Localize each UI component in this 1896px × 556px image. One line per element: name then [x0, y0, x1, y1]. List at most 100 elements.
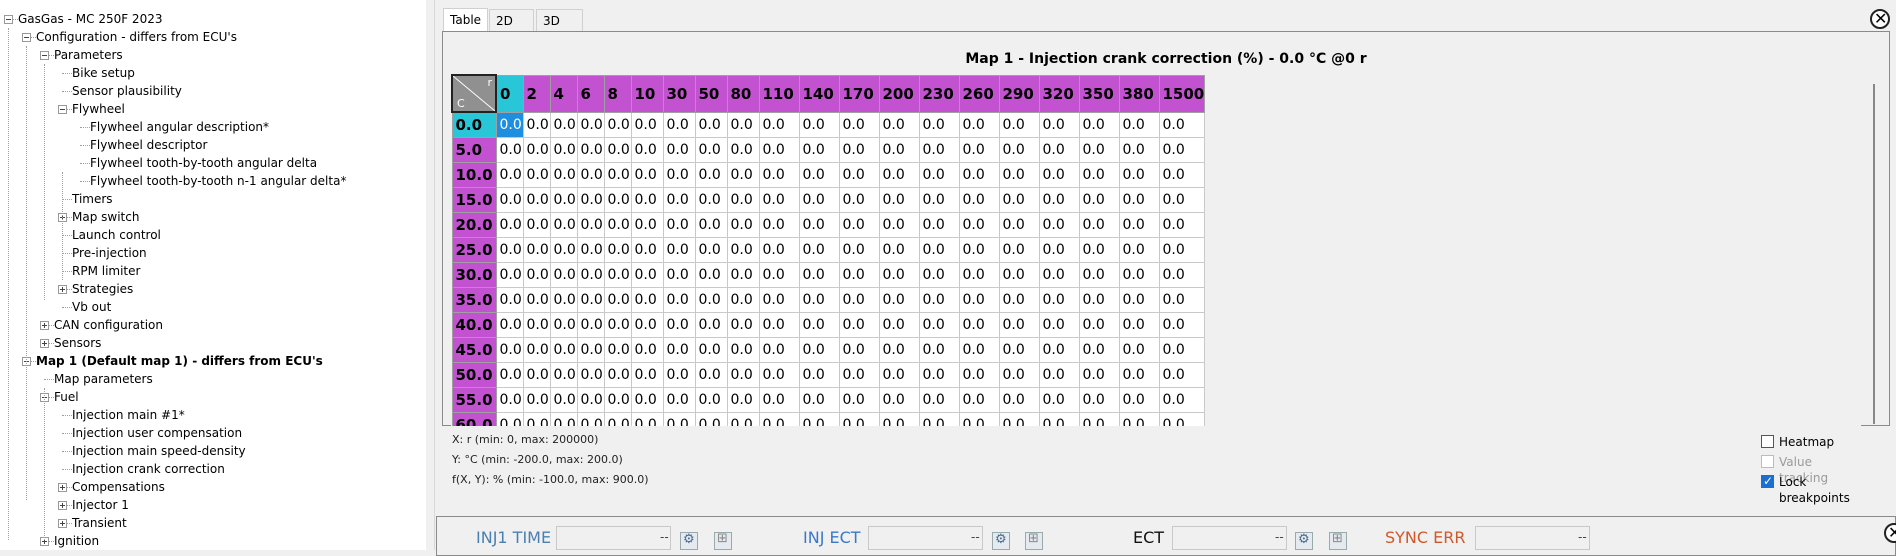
map-cell[interactable]: 0.0: [998, 362, 1040, 388]
map-cell[interactable]: 0.0: [958, 137, 1000, 163]
map-cell[interactable]: 0.0: [1038, 212, 1080, 238]
row-breakpoint[interactable]: 40.0: [451, 312, 497, 338]
collapse-icon[interactable]: [4, 15, 13, 24]
map-cell[interactable]: 0.0: [758, 362, 800, 388]
map-cell[interactable]: 0.0: [662, 262, 696, 288]
map-cell[interactable]: 0.0: [495, 312, 524, 338]
gauge-settings-icon[interactable]: [1295, 532, 1313, 550]
map-cell[interactable]: 0.0: [1078, 262, 1120, 288]
map-cell[interactable]: 0.0: [522, 262, 551, 288]
map-cell[interactable]: 0.0: [798, 212, 840, 238]
map-cell[interactable]: 0.0: [549, 337, 578, 363]
map-cell[interactable]: 0.0: [694, 387, 728, 413]
map-cell[interactable]: 0.0: [576, 412, 605, 426]
map-cell[interactable]: 0.0: [549, 362, 578, 388]
map-cell[interactable]: 0.0: [958, 287, 1000, 313]
map-cell[interactable]: 0.0: [495, 162, 524, 188]
map-cell[interactable]: 0.0: [838, 212, 880, 238]
map-cell[interactable]: 0.0: [603, 137, 632, 163]
map-cell[interactable]: 0.0: [1078, 362, 1120, 388]
map-cell[interactable]: 0.0: [998, 312, 1040, 338]
map-cell[interactable]: 0.0: [958, 162, 1000, 188]
map-cell[interactable]: 0.0: [878, 212, 920, 238]
row-breakpoint[interactable]: 20.0: [451, 212, 497, 238]
map-cell[interactable]: 0.0: [549, 137, 578, 163]
map-cell[interactable]: 0.0: [798, 337, 840, 363]
column-breakpoint[interactable]: 260: [958, 74, 1000, 113]
column-breakpoint[interactable]: 290: [998, 74, 1040, 113]
map-cell[interactable]: 0.0: [726, 262, 760, 288]
map-cell[interactable]: 0.0: [726, 137, 760, 163]
map-cell[interactable]: 0.0: [549, 237, 578, 263]
tab-2d[interactable]: 2D: [489, 9, 534, 31]
lock-breakpoints-checkbox[interactable]: [1761, 473, 1774, 489]
tab-3d[interactable]: 3D: [536, 9, 583, 31]
map-cell[interactable]: 0.0: [726, 387, 760, 413]
map-cell[interactable]: 0.0: [1158, 287, 1206, 313]
tree-item[interactable]: Bike setup: [72, 64, 135, 82]
map-cell[interactable]: 0.0: [694, 287, 728, 313]
tree-item[interactable]: Flywheel tooth-by-tooth angular delta: [90, 154, 317, 172]
tree-item[interactable]: Flywheel tooth-by-tooth n-1 angular delt…: [90, 172, 346, 190]
expand-icon[interactable]: [58, 285, 67, 294]
map-cell[interactable]: 0.0: [1118, 387, 1160, 413]
map-cell[interactable]: 0.0: [1038, 162, 1080, 188]
map-cell[interactable]: 0.0: [798, 412, 840, 426]
column-breakpoint[interactable]: 380: [1118, 74, 1160, 113]
map-cell[interactable]: 0.0: [998, 287, 1040, 313]
tree-item[interactable]: CAN configuration: [54, 316, 163, 334]
map-cell[interactable]: 0.0: [549, 187, 578, 213]
map-cell[interactable]: 0.0: [694, 162, 728, 188]
map-cell[interactable]: 0.0: [1038, 262, 1080, 288]
collapse-icon[interactable]: [58, 105, 67, 114]
map-cell[interactable]: 0.0: [918, 362, 960, 388]
map-cell[interactable]: 0.0: [1158, 337, 1206, 363]
map-cell[interactable]: 0.0: [662, 387, 696, 413]
row-breakpoint[interactable]: 35.0: [451, 287, 497, 313]
map-cell[interactable]: 0.0: [495, 337, 524, 363]
expand-icon[interactable]: [40, 339, 49, 348]
map-cell[interactable]: 0.0: [495, 212, 524, 238]
tree-item[interactable]: Vb out: [72, 298, 111, 316]
map-cell[interactable]: 0.0: [630, 287, 664, 313]
map-cell[interactable]: 0.0: [758, 137, 800, 163]
map-cell[interactable]: 0.0: [798, 387, 840, 413]
map-cell[interactable]: 0.0: [726, 362, 760, 388]
map-cell[interactable]: 0.0: [758, 237, 800, 263]
map-cell[interactable]: 0.0: [798, 237, 840, 263]
map-cell[interactable]: 0.0: [522, 312, 551, 338]
column-breakpoint[interactable]: 350: [1078, 74, 1120, 113]
column-breakpoint[interactable]: 30: [662, 74, 696, 113]
tree-item[interactable]: Compensations: [72, 478, 165, 496]
collapse-icon[interactable]: [22, 33, 31, 42]
map-cell[interactable]: 0.0: [758, 337, 800, 363]
map-cell[interactable]: 0.0: [549, 287, 578, 313]
map-cell[interactable]: 0.0: [694, 262, 728, 288]
column-breakpoint[interactable]: 170: [838, 74, 880, 113]
map-cell[interactable]: 0.0: [630, 337, 664, 363]
map-cell[interactable]: 0.0: [1118, 287, 1160, 313]
map-cell[interactable]: 0.0: [630, 137, 664, 163]
map-cell[interactable]: 0.0: [998, 162, 1040, 188]
map-cell[interactable]: 0.0: [694, 312, 728, 338]
map-cell[interactable]: 0.0: [1078, 337, 1120, 363]
map-cell[interactable]: 0.0: [918, 337, 960, 363]
map-cell[interactable]: 0.0: [998, 111, 1040, 138]
map-cell[interactable]: 0.0: [630, 162, 664, 188]
column-breakpoint[interactable]: 200: [878, 74, 920, 113]
expand-icon[interactable]: [58, 519, 67, 528]
map-cell[interactable]: 0.0: [1038, 412, 1080, 426]
map-cell[interactable]: 0.0: [694, 137, 728, 163]
map-cell[interactable]: 0.0: [495, 187, 524, 213]
column-breakpoint[interactable]: 50: [694, 74, 728, 113]
map-cell[interactable]: 0.0: [549, 262, 578, 288]
map-cell[interactable]: 0.0: [726, 212, 760, 238]
map-cell[interactable]: 0.0: [495, 362, 524, 388]
panel-splitter[interactable]: [426, 0, 435, 550]
map-cell[interactable]: 0.0: [549, 212, 578, 238]
gauge-grid-icon[interactable]: [714, 531, 732, 550]
map-cell[interactable]: 0.0: [878, 237, 920, 263]
column-breakpoint[interactable]: 8: [603, 74, 632, 113]
map-cell[interactable]: 0.0: [495, 412, 524, 426]
map-cell[interactable]: 0.0: [838, 137, 880, 163]
